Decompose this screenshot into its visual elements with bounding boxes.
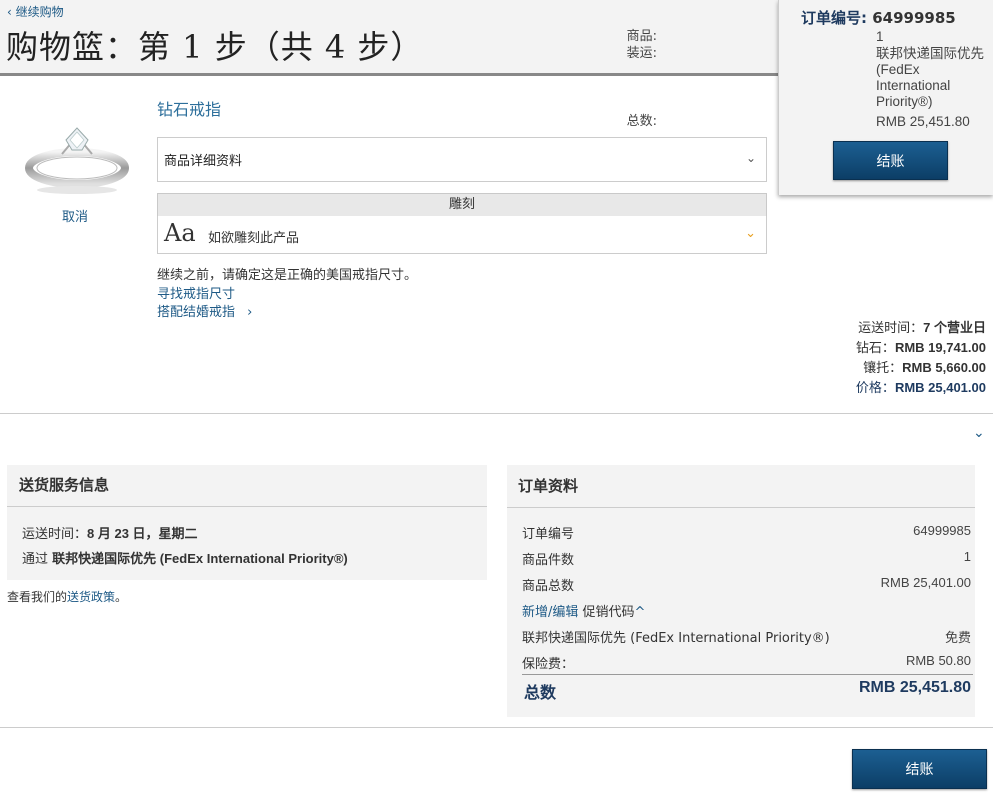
item-title[interactable]: 钻石戒指 (157, 96, 221, 120)
pricing-ship-time: 运送时间：7 个营业日 (858, 320, 986, 336)
item-pricing: 运送时间：7 个营业日 钻石：RMB 19,741.00 镶托：RMB 5,66… (856, 318, 986, 398)
pricing-diamond: 钻石：RMB 19,741.00 (855, 340, 986, 356)
item-details-label: 商品详细资料 (164, 154, 243, 169)
engraving-dropdown[interactable]: Aa 如欲雕刻此产品 ⌄ (157, 216, 767, 254)
cancel-item-link[interactable]: 取消 (62, 206, 88, 225)
shipping-policy-link[interactable]: 送货政策 (67, 590, 115, 604)
find-ring-size-link[interactable]: 寻找戒指尺寸 (157, 283, 235, 302)
order-row-number: 订单编号 64999985 (522, 523, 971, 542)
shipping-info-heading: 送货服务信息 (7, 465, 487, 507)
continue-shopping-link[interactable]: ‹ 继续购物 (7, 3, 64, 20)
summary-order-number: 订单编号: 64999985 (801, 9, 956, 27)
engraving-prompt: 如欲雕刻此产品 (208, 231, 300, 246)
ring-size-note: 继续之前，请确定这是正确的美国戒指尺寸。 (157, 268, 418, 283)
order-info-panel: 订单资料 订单编号 64999985 商品件数 1 商品总数 RMB 25,40… (507, 465, 975, 717)
order-total: 总数 RMB 25,451.80 (524, 679, 971, 702)
order-row-subtotal: 商品总数 RMB 25,401.00 (522, 575, 971, 594)
promo-code-row: 新增/编辑 促销代码^ (522, 605, 646, 620)
checkout-button-bottom[interactable]: 结账 (852, 749, 987, 789)
chevron-down-icon: ⌄ (745, 226, 756, 241)
chevron-down-icon: ⌄ (745, 151, 756, 165)
pricing-price: 价格：RMB 25,401.00 (855, 380, 986, 396)
order-row-item-count: 商品件数 1 (522, 549, 971, 568)
font-icon: Aa (164, 219, 196, 247)
footer-divider (0, 727, 993, 728)
order-info-heading: 订单资料 (507, 465, 975, 508)
chevron-right-icon: › (247, 305, 253, 320)
total-divider (522, 674, 973, 675)
ring-product-image (25, 127, 129, 194)
section-divider (0, 413, 993, 414)
page-title: 购物篮：第 1 步（共 4 步） (6, 28, 424, 66)
shipping-policy-note: 查看我们的送货政策。 (7, 590, 128, 604)
item-details-dropdown[interactable]: 商品详细资料 ⌄ (157, 137, 767, 182)
shipping-carrier: 通过 联邦快递国际优先 (FedEx International Priorit… (22, 551, 348, 567)
engraving-header: 雕刻 (157, 193, 767, 217)
shipping-delivery-time: 运送时间：8 月 23 日，星期二 (22, 526, 198, 542)
match-wedding-band-link[interactable]: 搭配结婚戒指 › (157, 301, 252, 320)
caret-up-icon[interactable]: ^ (635, 605, 646, 620)
order-row-shipping: 联邦快递国际优先 (FedEx International Priority®)… (522, 630, 971, 646)
promo-code-edit-link[interactable]: 新增/编辑 (522, 605, 578, 620)
shipping-info-panel: 送货服务信息 运送时间：8 月 23 日，星期二 通过 联邦快递国际优先 (Fe… (7, 465, 487, 580)
pricing-setting: 镶托：RMB 5,660.00 (863, 360, 986, 376)
order-row-insurance: 保险费： RMB 50.80 (522, 653, 971, 672)
checkout-button-top[interactable]: 结账 (833, 141, 948, 180)
order-summary-panel: 订单编号: 64999985 商品: 1 装运: 联邦快递国际优先 (FedEx… (627, 0, 993, 195)
chevron-down-icon[interactable]: ⌄ (973, 425, 985, 441)
